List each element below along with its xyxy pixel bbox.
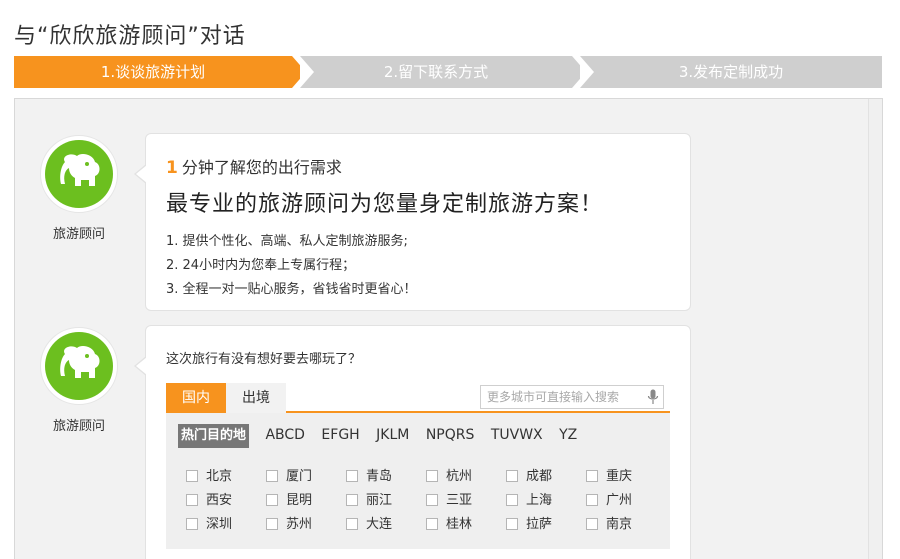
avatar (40, 135, 118, 213)
checkbox[interactable] (186, 469, 198, 482)
letter-tab-abcd[interactable]: ABCD (265, 423, 305, 447)
city-option[interactable]: 南京 (578, 513, 658, 537)
city-option[interactable]: 杭州 (418, 465, 498, 489)
intro-line1: 分钟了解您的出行需求 (181, 158, 342, 177)
intro-bullet: 3. 全程一对一贴心服务，省钱省时更省心！ (166, 282, 417, 297)
city-option[interactable]: 桂林 (418, 513, 498, 537)
checkbox[interactable] (186, 493, 198, 506)
intro-bullet: 1. 提供个性化、高端、私人定制旅游服务; (166, 234, 408, 249)
letter-tab-hot[interactable]: 热门目的地 (178, 424, 250, 448)
avatar (40, 327, 118, 405)
intro-number: 1 (166, 158, 178, 178)
checkbox[interactable] (346, 469, 358, 482)
step-3: 3.发布定制成功 (580, 56, 882, 88)
letter-tabs: 热门目的地 ABCD EFGH JKLM NPQRS TUVWX YZ (178, 423, 658, 448)
city-row: 西安 昆明 丽江 三亚 上海 广州 (178, 489, 658, 513)
city-search-input[interactable] (481, 386, 641, 408)
city-option[interactable]: 厦门 (258, 465, 338, 489)
checkbox[interactable] (266, 469, 278, 482)
checkbox[interactable] (586, 469, 598, 482)
intro-headline: 最专业的旅游顾问为您量身定制旅游方案！ (166, 192, 604, 217)
city-option[interactable]: 大连 (338, 513, 418, 537)
city-option[interactable]: 上海 (498, 489, 578, 513)
page-title: 与“欣欣旅游顾问”对话 (14, 24, 246, 49)
city-grid: 北京 厦门 青岛 杭州 成都 重庆 西安 昆明 丽江 三亚 上海 广州 深圳 苏州 大连 桂林 拉萨 南京 (178, 465, 658, 537)
city-option[interactable]: 西安 (178, 489, 258, 513)
checkbox[interactable] (186, 517, 198, 530)
checkbox[interactable] (506, 469, 518, 482)
checkbox[interactable] (506, 517, 518, 530)
agent-name: 旅游顾问 (52, 227, 105, 242)
checkbox[interactable] (266, 517, 278, 530)
microphone-icon[interactable] (647, 389, 659, 405)
city-option[interactable]: 青岛 (338, 465, 418, 489)
region-tabs: 国内 出境 (166, 383, 670, 413)
intro-message: 1 分钟了解您的出行需求 最专业的旅游顾问为您量身定制旅游方案！ 1. 提供个性化… (134, 133, 691, 311)
checkbox[interactable] (426, 469, 438, 482)
scrollbar[interactable] (868, 99, 882, 559)
chat-area: 旅游顾问 1 分钟了解您的出行需求 最专业的旅游顾问为您量身定制旅游方案！ 1. … (14, 98, 883, 559)
intro-bullet: 2. 24小时内为您奉上专属行程； (166, 258, 356, 273)
checkbox[interactable] (586, 493, 598, 506)
city-row: 北京 厦门 青岛 杭州 成都 重庆 (178, 465, 658, 489)
city-option[interactable]: 深圳 (178, 513, 258, 537)
agent-profile: 旅游顾问 (39, 135, 119, 242)
city-option[interactable]: 三亚 (418, 489, 498, 513)
letter-tab-efgh[interactable]: EFGH (321, 423, 359, 447)
step-2: 2.留下联系方式 (300, 56, 572, 88)
tab-domestic[interactable]: 国内 (166, 383, 226, 413)
city-row: 深圳 苏州 大连 桂林 拉萨 南京 (178, 513, 658, 537)
checkbox[interactable] (346, 517, 358, 530)
letter-tab-jklm[interactable]: JKLM (376, 423, 409, 447)
cities-panel: 热门目的地 ABCD EFGH JKLM NPQRS TUVWX YZ 北京 厦门… (166, 413, 670, 549)
city-option[interactable]: 苏州 (258, 513, 338, 537)
letter-tab-tuvwx[interactable]: TUVWX (491, 423, 543, 447)
agent-name: 旅游顾问 (52, 419, 105, 434)
checkbox[interactable] (506, 493, 518, 506)
letter-tab-npqrs[interactable]: NPQRS (426, 423, 475, 447)
checkbox[interactable] (266, 493, 278, 506)
agent-profile: 旅游顾问 (39, 327, 119, 434)
letter-tab-yz[interactable]: YZ (559, 423, 577, 447)
city-search-box (480, 385, 664, 409)
city-option[interactable]: 丽江 (338, 489, 418, 513)
elephant-icon (60, 154, 100, 186)
checkbox[interactable] (586, 517, 598, 530)
city-option[interactable]: 重庆 (578, 465, 658, 489)
elephant-icon (60, 346, 100, 378)
destination-message: 这次旅行有没有想好要去哪玩了？ 国内 出境 热门目的地 ABCD EFGH JK… (134, 325, 691, 559)
city-option[interactable]: 广州 (578, 489, 658, 513)
checkbox[interactable] (426, 493, 438, 506)
tab-outbound[interactable]: 出境 (226, 383, 286, 413)
city-option[interactable]: 北京 (178, 465, 258, 489)
step-notch (580, 56, 594, 88)
step-notch (300, 56, 314, 88)
checkbox[interactable] (426, 517, 438, 530)
city-option[interactable]: 成都 (498, 465, 578, 489)
destination-question: 这次旅行有没有想好要去哪玩了？ (166, 352, 362, 367)
step-1: 1.谈谈旅游计划 (14, 56, 292, 88)
progress-steps: 1.谈谈旅游计划 2.留下联系方式 3.发布定制成功 (14, 56, 882, 88)
city-option[interactable]: 昆明 (258, 489, 338, 513)
city-option[interactable]: 拉萨 (498, 513, 578, 537)
intro-bullets: 1. 提供个性化、高端、私人定制旅游服务; 2. 24小时内为您奉上专属行程； … (166, 230, 670, 302)
checkbox[interactable] (346, 493, 358, 506)
